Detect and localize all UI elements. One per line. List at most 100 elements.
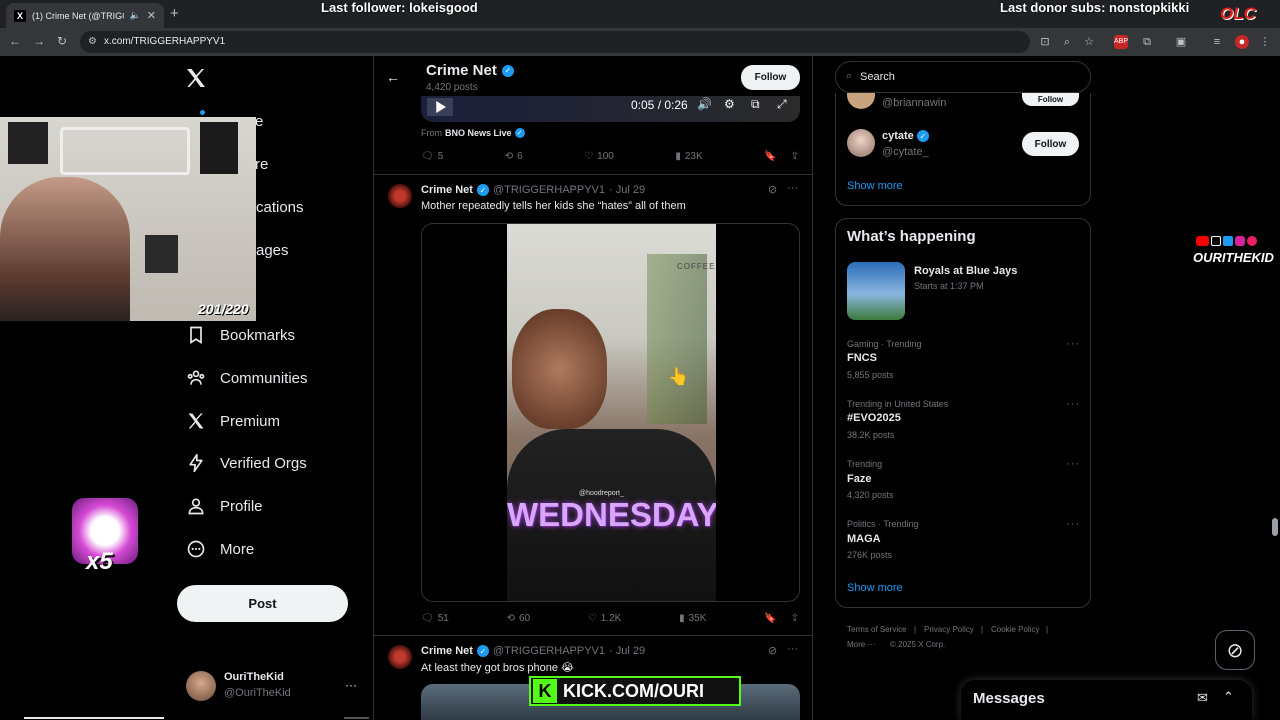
media-control-icon[interactable]: ≡ (1210, 35, 1224, 49)
tweet-author-handle[interactable]: @TRIGGERHAPPYV1 (493, 184, 605, 196)
suggestion-follow-button[interactable]: Follow (1022, 132, 1079, 156)
heart-icon: ♡ (587, 613, 597, 624)
browser-menu-icon[interactable]: ⋮ (1258, 35, 1272, 49)
nav-notifications-partial[interactable]: cations (256, 199, 304, 216)
messages-drawer[interactable]: Messages ✉ ⌃ (961, 680, 1252, 720)
trend-name[interactable]: Faze (847, 473, 871, 485)
url-bar[interactable]: ⚙ x.com/TRIGGERHAPPYV1 (80, 31, 1030, 53)
url-text: x.com/TRIGGERHAPPYV1 (104, 36, 226, 47)
from-source-link[interactable]: BNO News Live (445, 128, 512, 138)
volume-icon[interactable]: 🔊 (697, 97, 712, 111)
back-arrow-icon[interactable]: ← (386, 69, 400, 85)
sidebar-item-more[interactable]: More (186, 539, 254, 559)
close-tab-icon[interactable]: ✕ (147, 9, 156, 22)
trend-more-icon[interactable]: ··· (1066, 338, 1080, 350)
share-icon[interactable]: ⇪ (791, 151, 799, 162)
sidebar-item-premium[interactable]: Premium (186, 411, 280, 431)
show-more-link[interactable]: Show more (847, 180, 903, 192)
fullscreen-icon[interactable]: ⤢ (777, 97, 787, 112)
tweet-avatar[interactable] (388, 184, 412, 208)
speaker-icon[interactable]: 🔈 (130, 10, 141, 21)
adblock-extension-icon[interactable]: ABP (1114, 35, 1128, 49)
footer-cookie-link[interactable]: Cookie Policy (991, 625, 1039, 634)
views-button[interactable]: ▮ 35K (679, 613, 706, 624)
grok-icon[interactable]: ⊘ (768, 644, 777, 657)
nav-messages-partial[interactable]: ages (256, 242, 289, 259)
sidebar-item-bookmarks[interactable]: Bookmarks (186, 325, 295, 345)
post-button[interactable]: Post (177, 585, 348, 622)
reload-icon[interactable]: ↻ (57, 34, 67, 48)
bookmark-star-icon[interactable]: ☆ (1082, 35, 1096, 49)
search-box[interactable]: ⌕ Search (835, 61, 1091, 93)
browser-tab[interactable]: X (1) Crime Net (@TRIGGERH 🔈 ✕ (6, 3, 164, 28)
trend-name[interactable]: FNCS (847, 352, 877, 364)
tweet-author-name[interactable]: Crime Net (421, 645, 473, 657)
header-follow-button[interactable]: Follow (741, 65, 800, 90)
grok-floating-icon[interactable]: ⊘ (1215, 630, 1255, 670)
tweet-date[interactable]: · Jul 29 (609, 184, 645, 196)
account-avatar[interactable] (186, 671, 216, 701)
repost-button[interactable]: ⟲ 6 (505, 151, 523, 162)
tweet-avatar[interactable] (388, 645, 412, 669)
scrollbar-thumb[interactable] (1272, 518, 1278, 536)
verified-badge-icon: ✓ (514, 128, 525, 138)
suggestion-avatar[interactable] (847, 129, 875, 157)
install-app-icon[interactable]: ⊡ (1038, 35, 1052, 49)
trend-name[interactable]: #EVO2025 (847, 412, 901, 424)
tweet-more-icon[interactable]: ··· (787, 643, 798, 655)
footer-more-link[interactable]: More ··· (847, 640, 875, 649)
repost-button[interactable]: ⟲ 60 (507, 613, 531, 624)
footer-terms-link[interactable]: Terms of Service (847, 625, 907, 634)
sidepanel-icon[interactable]: ▣ (1174, 35, 1188, 49)
pip-icon[interactable]: ⧉ (751, 97, 760, 112)
nav-explore-partial-2[interactable]: re (255, 156, 268, 173)
expand-chevron-icon[interactable]: ⌃ (1223, 689, 1234, 705)
like-button[interactable]: ♡ 1.2K (588, 613, 622, 624)
footer-separator: | (1046, 625, 1049, 634)
new-tab-icon[interactable]: + (170, 5, 179, 22)
event-image[interactable] (847, 262, 905, 320)
trend-meta: Trending in United States (847, 399, 949, 409)
new-message-icon[interactable]: ✉ (1197, 690, 1208, 706)
forward-icon[interactable]: → (33, 34, 45, 48)
reply-button[interactable]: 🗨 51 (421, 613, 449, 624)
trend-name[interactable]: MAGA (847, 533, 881, 545)
suggestion-follow-button[interactable]: Follow (1022, 93, 1079, 106)
trend-more-icon[interactable]: ··· (1066, 518, 1080, 530)
zoom-icon[interactable]: ⌕ (1060, 35, 1074, 49)
back-icon[interactable]: ← (9, 34, 21, 48)
play-icon[interactable] (427, 98, 453, 116)
profile-avatar-icon[interactable]: ● (1235, 35, 1249, 49)
sidebar-item-communities[interactable]: Communities (186, 368, 308, 388)
suggestion-handle[interactable]: @briannawin (882, 97, 946, 109)
tweet-author-handle[interactable]: @TRIGGERHAPPYV1 (493, 645, 605, 657)
site-info-icon[interactable]: ⚙ (88, 31, 97, 53)
tweet-date[interactable]: · Jul 29 (609, 645, 645, 657)
tweet-author-name[interactable]: Crime Net (421, 184, 473, 196)
nav-explore-partial[interactable]: e (255, 113, 263, 130)
share-icon[interactable]: ⇪ (791, 613, 799, 624)
like-button[interactable]: ♡ 100 (584, 151, 614, 162)
suggestion-name[interactable]: cytate (882, 130, 914, 142)
settings-gear-icon[interactable]: ⚙ (724, 97, 735, 111)
bookmark-icon[interactable]: 🔖 (764, 151, 776, 162)
suggestion-handle[interactable]: @cytate_ (882, 146, 929, 158)
bookmark-icon[interactable]: 🔖 (764, 613, 776, 624)
footer-privacy-link[interactable]: Privacy Policy (924, 625, 974, 634)
views-button[interactable]: ▮ 23K (675, 151, 702, 162)
grok-icon[interactable]: ⊘ (768, 183, 777, 196)
page-scrollbar[interactable] (1272, 60, 1278, 720)
sidebar-item-profile[interactable]: Profile (186, 496, 263, 516)
tweet-2-video[interactable]: COFFEE @hoodreport_ WEDNESDAY (421, 223, 800, 602)
trend-more-icon[interactable]: ··· (1066, 398, 1080, 410)
extensions-icon[interactable]: ⧉ (1140, 35, 1154, 49)
account-menu-icon[interactable]: ··· (345, 678, 357, 692)
x-logo-icon[interactable] (184, 66, 210, 92)
tweet-more-icon[interactable]: ··· (787, 182, 798, 194)
video-player-bottom[interactable] (421, 96, 800, 122)
sidebar-item-verified-orgs[interactable]: Verified Orgs (186, 453, 307, 473)
show-more-link[interactable]: Show more (847, 582, 903, 594)
reply-button[interactable]: 🗨 5 (421, 151, 443, 162)
event-title[interactable]: Royals at Blue Jays (914, 265, 1017, 277)
trend-more-icon[interactable]: ··· (1066, 458, 1080, 470)
